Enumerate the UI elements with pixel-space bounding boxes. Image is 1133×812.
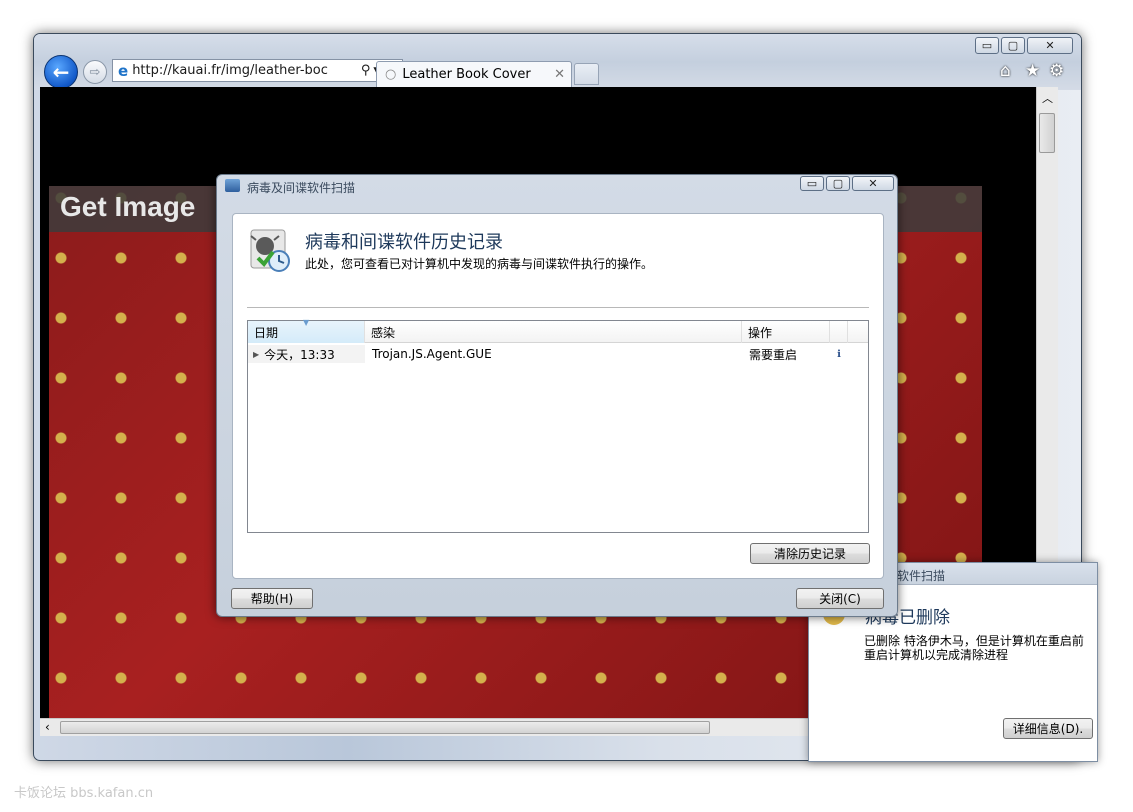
help-button[interactable]: 帮助(H) [231,588,313,609]
horizontal-scroll-thumb[interactable] [60,721,710,734]
column-header-date[interactable]: 日期 ▼ [248,318,365,343]
row-infection: Trojan.JS.Agent.GUE [372,347,492,361]
history-list[interactable]: 日期 ▼ 感染 操作 ▶ 今天，13:33 Trojan.JS.Agent.GU… [247,318,869,533]
notification-line-2: 重启计算机以完成清除进程 [864,648,1009,662]
sort-indicator-icon: ▼ [303,318,310,327]
new-tab-button[interactable] [574,63,599,85]
close-button[interactable]: 关闭(C) [796,588,884,609]
column-action-label: 操作 [748,325,773,340]
action-cell: 需要重启 [749,345,829,363]
column-infection-label: 感染 [371,325,396,340]
column-header-infection[interactable]: 感染 [365,321,742,343]
info-icon[interactable]: ℹ [832,345,846,363]
forward-icon: ⇨ [89,64,101,80]
dialog-heading: 病毒和间谍软件历史记录 [305,232,503,253]
address-bar[interactable]: e http://kauai.fr/img/leather-boc ⚲ ▼ ✕ [112,59,403,82]
dialog-minimize-button[interactable]: ▭ [800,176,824,191]
watermark: 卡饭论坛 bbs.kafan.cn [14,786,154,801]
scroll-up-icon[interactable]: ︿ [1042,90,1053,106]
home-icon[interactable]: ⌂ [1000,61,1011,81]
dialog-body: 病毒和间谍软件历史记录 此处，您可查看已对计算机中发现的病毒与间谍软件执行的操作… [232,213,884,579]
virus-scan-history-icon [248,228,292,274]
details-button[interactable]: 详细信息(D). [1003,718,1093,739]
maximize-button[interactable]: ▢ [1001,37,1025,54]
address-url[interactable]: http://kauai.fr/img/leather-boc [132,63,358,78]
loading-icon: ○ [385,67,397,82]
column-header-action[interactable]: 操作 [742,321,830,343]
tab-close-icon[interactable]: ✕ [554,67,565,82]
row-date: 今天，13:33 [264,347,335,362]
gear-icon[interactable]: ⚙ [1049,61,1064,81]
tab-title: Leather Book Cover [402,67,531,82]
column-date-label: 日期 [254,325,279,340]
get-image-title[interactable]: Get Image [60,191,195,223]
row-action: 需要重启 [749,347,798,362]
scroll-left-icon[interactable]: ‹ [45,720,50,734]
date-cell: ▶ 今天，13:33 [248,345,365,363]
vertical-scroll-thumb[interactable] [1039,113,1055,153]
back-icon: ← [52,60,70,84]
back-button[interactable]: ← [44,55,78,89]
ie-logo-icon: e [118,61,129,80]
minimize-button[interactable]: ▭ [975,37,999,54]
dialog-close-x-button[interactable]: ✕ [852,176,894,191]
divider [247,307,869,308]
dialog-description: 此处，您可查看已对计算机中发现的病毒与间谍软件执行的操作。 [305,257,654,271]
column-header-info [830,321,848,343]
clear-history-button[interactable]: 清除历史记录 [750,543,870,564]
infection-cell: Trojan.JS.Agent.GUE [372,345,742,363]
tab-leather-book-cover[interactable]: ○ Leather Book Cover ✕ [376,61,572,87]
list-header: 日期 ▼ 感染 操作 [248,318,868,343]
expand-icon[interactable]: ▶ [253,350,259,359]
forward-button[interactable]: ⇨ [83,60,107,84]
virus-history-dialog: 病毒及间谍软件扫描 ▭ ▢ ✕ 病毒和间谍软件历史记录 此处，您可查看已对计算机… [216,174,898,617]
shield-app-icon [225,179,240,192]
notification-title: 软件扫描 [897,569,946,583]
dialog-maximize-button[interactable]: ▢ [826,176,850,191]
table-row[interactable]: ▶ 今天，13:33 Trojan.JS.Agent.GUE 需要重启 ℹ [248,345,868,363]
favorites-icon[interactable]: ★ [1025,61,1040,81]
search-icon[interactable]: ⚲ [361,63,371,78]
close-window-button[interactable]: ✕ [1027,37,1073,54]
dialog-title: 病毒及间谍软件扫描 [247,181,356,195]
